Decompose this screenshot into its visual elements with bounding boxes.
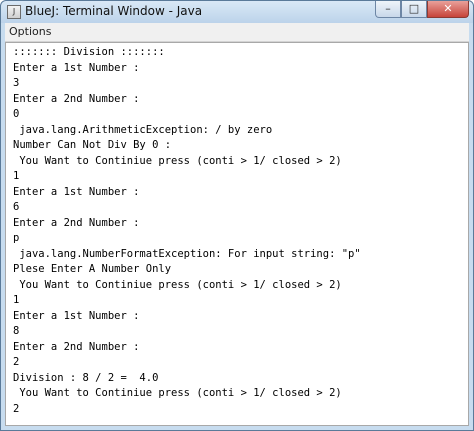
terminal-line: 6 [13, 201, 20, 213]
terminal-lines: ::::::: Division ::::::: Enter a 1st Numb… [13, 45, 361, 417]
terminal-output[interactable]: ::::::: Division ::::::: Enter a 1st Numb… [5, 42, 469, 426]
terminal-line: java.lang.ArithmeticException: / by zero [13, 123, 273, 136]
terminal-line: You Want to Continiue press (conti > 1/ … [13, 278, 342, 291]
terminal-line: Division : 8 / 2 = 4.0 [13, 371, 159, 384]
terminal-line: You Want to Continiue press (conti > 1/ … [13, 154, 342, 167]
terminal-line: java.lang.NumberFormatException: For inp… [13, 247, 361, 260]
terminal-line: Number Can Not Div By 0 : [13, 139, 172, 151]
terminal-line: Enter a 2nd Number : [13, 92, 140, 105]
menu-bar: Options [5, 23, 469, 42]
terminal-line: 2 [13, 356, 20, 368]
maximize-button[interactable]: □ [401, 1, 427, 18]
title-bar[interactable]: J BlueJ: Terminal Window - Java – □ ✕ [1, 1, 473, 23]
options-menu[interactable]: Options [9, 25, 51, 38]
window-title: BlueJ: Terminal Window - Java [25, 4, 203, 18]
terminal-line: You Want to Continiue press (conti > 1/ … [13, 387, 342, 399]
terminal-line: Enter a 2nd Number : [13, 216, 140, 229]
close-button[interactable]: ✕ [427, 1, 469, 18]
terminal-line: 1 [13, 294, 20, 306]
window-controls: – □ ✕ [375, 1, 469, 19]
terminal-line: 0 [13, 108, 20, 120]
terminal-line: 1 [13, 170, 20, 182]
terminal-line: Enter a 1st Number : [13, 185, 140, 198]
terminal-window: J BlueJ: Terminal Window - Java – □ ✕ Op… [0, 0, 474, 431]
terminal-line: Enter a 2nd Number : [13, 340, 140, 353]
terminal-line: ::::::: Division ::::::: [13, 46, 165, 58]
bluej-app-icon: J [7, 5, 21, 19]
terminal-line: Plese Enter A Number Only [13, 263, 172, 275]
terminal-line: p [13, 232, 20, 244]
terminal-line: 8 [13, 325, 20, 337]
terminal-line: 2 [13, 402, 20, 415]
terminal-line: 3 [13, 77, 20, 89]
minimize-button[interactable]: – [375, 1, 401, 18]
terminal-line: Enter a 1st Number : [13, 309, 140, 322]
terminal-line: Enter a 1st Number : [13, 61, 140, 74]
